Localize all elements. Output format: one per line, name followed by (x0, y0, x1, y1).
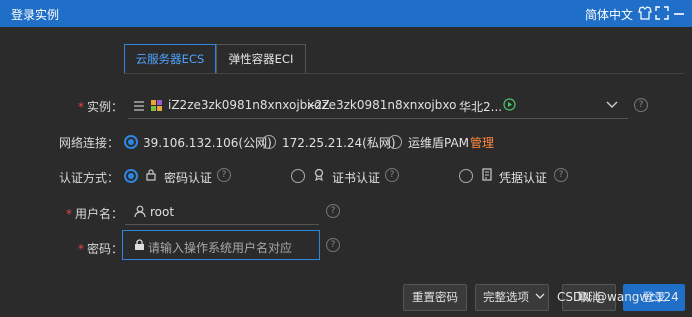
option-pam[interactable]: 运维盾PAM (408, 134, 469, 151)
tab-eci[interactable]: 弹性容器ECI (216, 44, 306, 74)
window-title: 登录实例 (11, 8, 60, 22)
tab-divider (124, 73, 684, 74)
instance-region: 华北2... (459, 100, 503, 114)
fullscreen-icon[interactable] (654, 5, 670, 21)
lock-icon (134, 239, 145, 251)
minimize-icon[interactable] (671, 5, 687, 21)
radio-pam[interactable] (388, 135, 402, 149)
lock-icon (145, 168, 157, 181)
radio-password-auth[interactable] (124, 169, 138, 183)
title-bar: 登录实例 简体中文 (0, 0, 692, 27)
manage-link[interactable]: 管理 (470, 134, 494, 151)
list-icon (133, 100, 145, 112)
help-icon[interactable]: ? (326, 238, 340, 252)
password-input[interactable]: 请输入操作系统用户名对应 (122, 230, 320, 260)
username-label: * 用户名： (66, 207, 124, 221)
option-public-ip[interactable]: 39.106.132.106(公网) (143, 134, 272, 151)
chevron-down-icon[interactable] (606, 100, 618, 110)
required-mark: * (66, 207, 72, 221)
help-icon[interactable]: ? (326, 204, 340, 218)
instance-select-underline[interactable] (128, 118, 628, 119)
option-credential-auth[interactable]: 凭据认证 (499, 169, 547, 186)
instance-id: iZ2ze3zk0981n8xnxojbxoZ (168, 98, 330, 112)
help-icon[interactable]: ? (634, 98, 648, 112)
radio-cert-auth[interactable] (291, 169, 305, 183)
required-mark: * (78, 100, 84, 114)
theme-icon[interactable] (637, 5, 653, 21)
instance-label: * 实例： (78, 100, 124, 114)
full-options-label: 完整选项 (483, 290, 529, 304)
password-placeholder: 请输入操作系统用户名对应 (148, 241, 293, 255)
username-input[interactable]: root (150, 205, 174, 219)
help-icon[interactable]: ? (217, 168, 231, 182)
credential-icon (481, 168, 493, 181)
watermark-text: CSDN @wangwc124 (557, 290, 679, 304)
help-icon[interactable]: ? (385, 168, 399, 182)
certificate-icon (313, 168, 325, 181)
user-icon (134, 205, 146, 218)
option-password-auth[interactable]: 密码认证 (164, 169, 212, 186)
help-icon[interactable]: ? (554, 168, 568, 182)
required-mark: * (78, 242, 84, 256)
chevron-down-icon (535, 293, 545, 301)
full-options-button[interactable]: 完整选项 (475, 284, 549, 311)
option-private-ip[interactable]: 172.25.21.24(私网) (282, 134, 396, 151)
network-label: 网络连接： (59, 136, 120, 150)
tab-ecs[interactable]: 云服务器ECS (124, 44, 216, 74)
reset-password-button[interactable]: 重置密码 (403, 284, 467, 311)
language-selector[interactable]: 简体中文 (585, 6, 633, 23)
instance-os-icon (150, 99, 163, 112)
password-label: * 密码： (78, 242, 124, 256)
instance-name: i-2ze3zk0981n8xnxojbxo (307, 98, 457, 112)
auth-label: 认证方式： (59, 171, 120, 185)
radio-credential-auth[interactable] (459, 169, 473, 183)
running-status-icon (503, 98, 516, 111)
radio-public-ip[interactable] (124, 135, 138, 149)
radio-private-ip[interactable] (262, 135, 276, 149)
option-cert-auth[interactable]: 证书认证 (332, 169, 380, 186)
username-underline (125, 224, 319, 225)
